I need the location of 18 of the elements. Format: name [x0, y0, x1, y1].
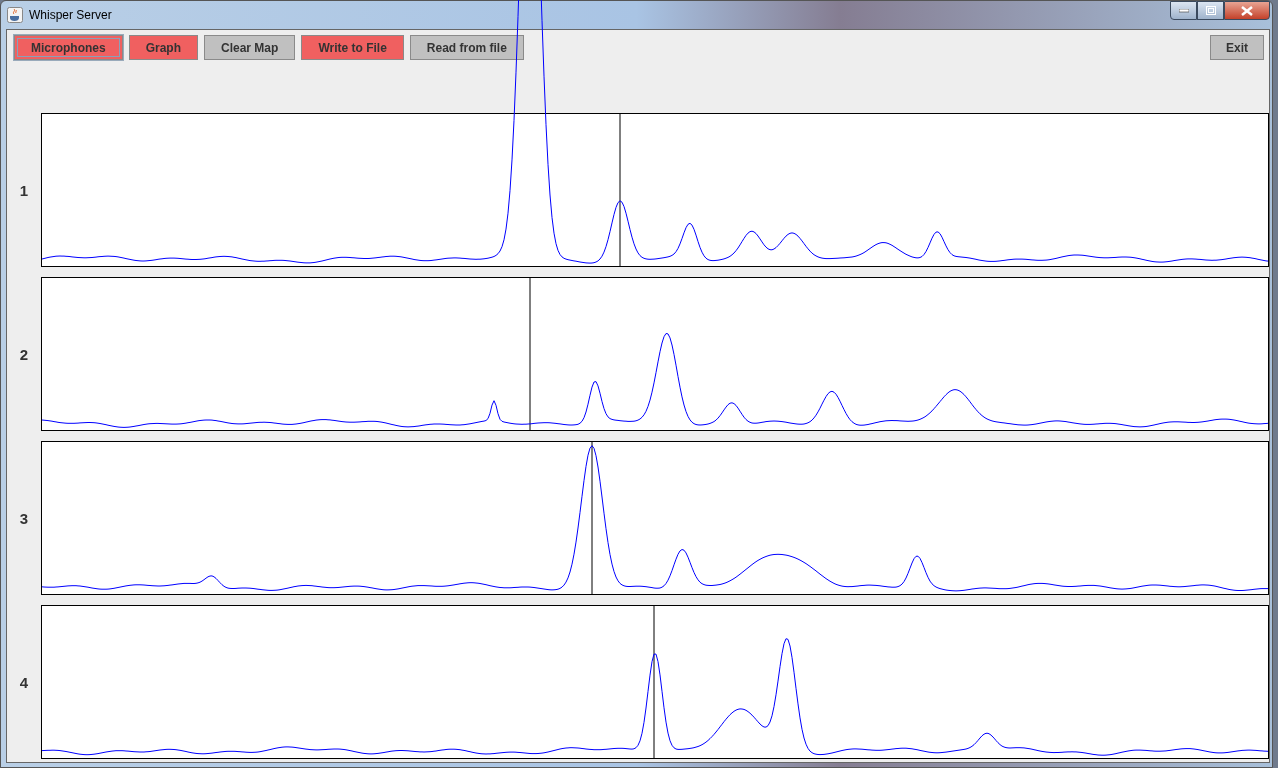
toolbar-button[interactable]: Read from file: [409, 35, 524, 60]
channel-number: 3: [18, 509, 30, 527]
channel-number: 4: [18, 673, 30, 691]
minimize-button[interactable]: [1170, 1, 1197, 20]
cup-icon: [7, 7, 23, 23]
window-title: Whisper Server: [29, 8, 112, 22]
toolbar-button[interactable]: Clear Map: [204, 35, 296, 60]
toolbar-button[interactable]: Microphones: [14, 35, 123, 60]
maximize-button[interactable]: [1197, 1, 1224, 20]
toolbar-button[interactable]: Write to File: [301, 35, 404, 60]
minimize-icon: [1178, 8, 1189, 13]
close-icon: [1241, 5, 1253, 16]
close-button[interactable]: [1224, 1, 1270, 20]
channel-number: 1: [18, 181, 30, 199]
toolbar-button[interactable]: Graph: [128, 35, 198, 60]
channel-number: 2: [18, 345, 30, 363]
exit-button[interactable]: Exit: [1210, 35, 1264, 60]
maximize-icon: [1205, 6, 1216, 15]
